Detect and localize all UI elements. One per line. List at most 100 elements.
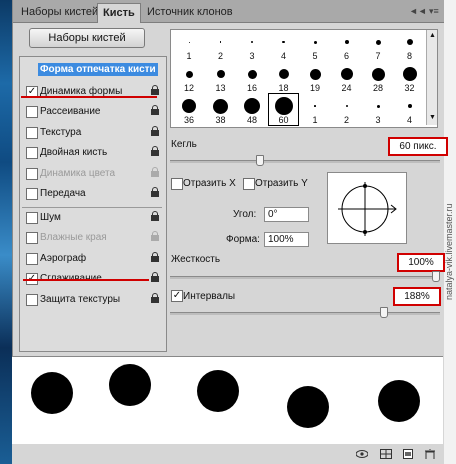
- brush-tip-cell[interactable]: 3: [362, 95, 394, 126]
- lock-icon[interactable]: [151, 187, 159, 198]
- size-slider-thumb[interactable]: [256, 155, 265, 166]
- option-checkbox[interactable]: [26, 252, 38, 265]
- list-item[interactable]: Текстура: [20, 123, 166, 143]
- brush-tip-cell[interactable]: 18: [268, 63, 300, 94]
- list-item[interactable]: Передача: [20, 184, 166, 204]
- angle-field[interactable]: 0°: [264, 207, 309, 222]
- spacing-slider-track[interactable]: [170, 312, 440, 315]
- brush-tip-dot: [375, 39, 381, 45]
- lock-icon[interactable]: [151, 272, 159, 283]
- list-item[interactable]: Шум: [20, 208, 166, 228]
- option-checkbox[interactable]: [26, 188, 38, 200]
- hardness-slider-track[interactable]: [170, 276, 440, 279]
- option-checkbox[interactable]: [26, 167, 38, 180]
- tab-clone-source[interactable]: Источник клонов: [142, 3, 238, 22]
- list-item[interactable]: Динамика цвета: [20, 164, 166, 184]
- lock-icon[interactable]: [151, 105, 159, 116]
- size-slider-track[interactable]: [170, 160, 440, 163]
- brush-tip-cell[interactable]: 48: [236, 95, 268, 126]
- brush-tip-cell[interactable]: 2: [331, 95, 363, 126]
- panel-footer: [12, 444, 443, 464]
- list-divider: [22, 207, 162, 208]
- hardness-slider-thumb[interactable]: [432, 271, 440, 282]
- list-item[interactable]: Защита текстуры: [20, 290, 166, 310]
- lock-icon[interactable]: [151, 166, 159, 178]
- roundness-field[interactable]: 100%: [264, 232, 309, 247]
- list-item[interactable]: Двойная кисть: [20, 143, 166, 163]
- brush-tip-cell[interactable]: 32: [394, 63, 426, 94]
- list-item[interactable]: Влажные края: [20, 228, 166, 248]
- brush-tip-cell[interactable]: 13: [205, 63, 237, 94]
- angle-roundness-widget[interactable]: [327, 172, 407, 244]
- option-checkbox[interactable]: [26, 293, 38, 306]
- background-image-strip: [0, 0, 12, 464]
- brush-tip-cell[interactable]: 5: [299, 31, 331, 62]
- brush-tip-cell[interactable]: 60: [267, 93, 300, 126]
- brush-tip-cell[interactable]: 1: [173, 31, 205, 62]
- spacing-slider-thumb[interactable]: [379, 307, 388, 318]
- option-checkbox[interactable]: [26, 147, 38, 159]
- preview-stamp: [109, 364, 151, 406]
- brush-tip-label: 2: [343, 115, 349, 125]
- option-checkbox[interactable]: [26, 232, 38, 244]
- option-checkbox[interactable]: [26, 106, 38, 118]
- eye-brush-icon[interactable]: [356, 449, 368, 459]
- hardness-value-field[interactable]: 100%: [397, 253, 445, 272]
- flip-y-checkbox[interactable]: [243, 178, 255, 190]
- lock-icon[interactable]: [151, 146, 159, 157]
- brush-tip-dot: [282, 40, 285, 44]
- lock-icon[interactable]: [151, 292, 159, 304]
- watermark-text: natalya-vik.livemaster.ru: [444, 203, 454, 300]
- list-item-label: Динамика формы: [40, 85, 123, 97]
- brush-tip-cell[interactable]: 16: [236, 63, 268, 94]
- brush-tip-label: 1: [186, 51, 192, 61]
- panel-menu-icon[interactable]: ▾≡: [429, 6, 439, 17]
- brush-tip-cell[interactable]: 4: [268, 31, 300, 62]
- brush-tip-cell[interactable]: 36: [173, 95, 205, 126]
- collapse-icon[interactable]: ◄◄: [409, 6, 427, 16]
- brush-tip-cell[interactable]: 12: [173, 63, 205, 94]
- list-item-label: Защита текстуры: [40, 293, 121, 305]
- brush-tip-cell[interactable]: 24: [331, 63, 363, 94]
- flip-x-checkbox[interactable]: [171, 178, 183, 190]
- brush-tip-dot: [251, 41, 253, 43]
- brush-tip-cell[interactable]: 4: [394, 95, 426, 126]
- brush-tip-cell[interactable]: 19: [299, 63, 331, 94]
- brush-tip-cell[interactable]: 6: [331, 31, 363, 62]
- tab-brush-presets[interactable]: Наборы кистей: [16, 3, 103, 22]
- list-item[interactable]: ✓ Динамика формы: [20, 82, 166, 102]
- list-item[interactable]: Аэрограф: [20, 249, 166, 269]
- spacing-checkbox[interactable]: ✓: [171, 290, 183, 302]
- lock-icon[interactable]: [151, 251, 159, 263]
- brush-tip-cell[interactable]: 38: [205, 95, 237, 126]
- brush-tip-dot: [345, 105, 348, 107]
- tab-brush[interactable]: Кисть: [97, 3, 141, 23]
- list-item-label: Двойная кисть: [40, 147, 108, 158]
- brush-tip-cell[interactable]: 1: [299, 95, 331, 126]
- new-brush-icon[interactable]: [402, 449, 414, 459]
- brush-tip-dot: [371, 67, 385, 81]
- brush-tip-scrollbar[interactable]: ▲ ▼: [426, 30, 437, 125]
- brush-tip-label: 16: [246, 83, 257, 93]
- list-item[interactable]: Рассеивание: [20, 102, 166, 122]
- brush-tip-cell[interactable]: 7: [362, 31, 394, 62]
- lock-icon[interactable]: [151, 231, 159, 242]
- spacing-value-field[interactable]: 188%: [393, 287, 441, 306]
- brush-tip-cell[interactable]: 28: [362, 63, 394, 94]
- brush-tip-cell[interactable]: 8: [394, 31, 426, 62]
- lock-icon[interactable]: [151, 84, 159, 96]
- lock-icon[interactable]: [151, 125, 159, 137]
- brush-tip-dot: [182, 99, 196, 113]
- brush-presets-button[interactable]: Наборы кистей: [29, 28, 145, 48]
- grid-toggle-icon[interactable]: [380, 449, 392, 459]
- option-checkbox[interactable]: [26, 126, 38, 139]
- trash-icon[interactable]: [424, 449, 436, 459]
- brush-tip-cell[interactable]: 3: [236, 31, 268, 62]
- brush-tip-label: 4: [406, 115, 412, 125]
- size-value-field[interactable]: 60 пикс.: [388, 137, 448, 156]
- list-item[interactable]: Форма отпечатка кисти: [20, 61, 166, 81]
- option-checkbox[interactable]: [26, 211, 38, 224]
- lock-icon[interactable]: [151, 210, 159, 222]
- list-item-label: Влажные края: [40, 232, 107, 243]
- brush-tip-cell[interactable]: 2: [205, 31, 237, 62]
